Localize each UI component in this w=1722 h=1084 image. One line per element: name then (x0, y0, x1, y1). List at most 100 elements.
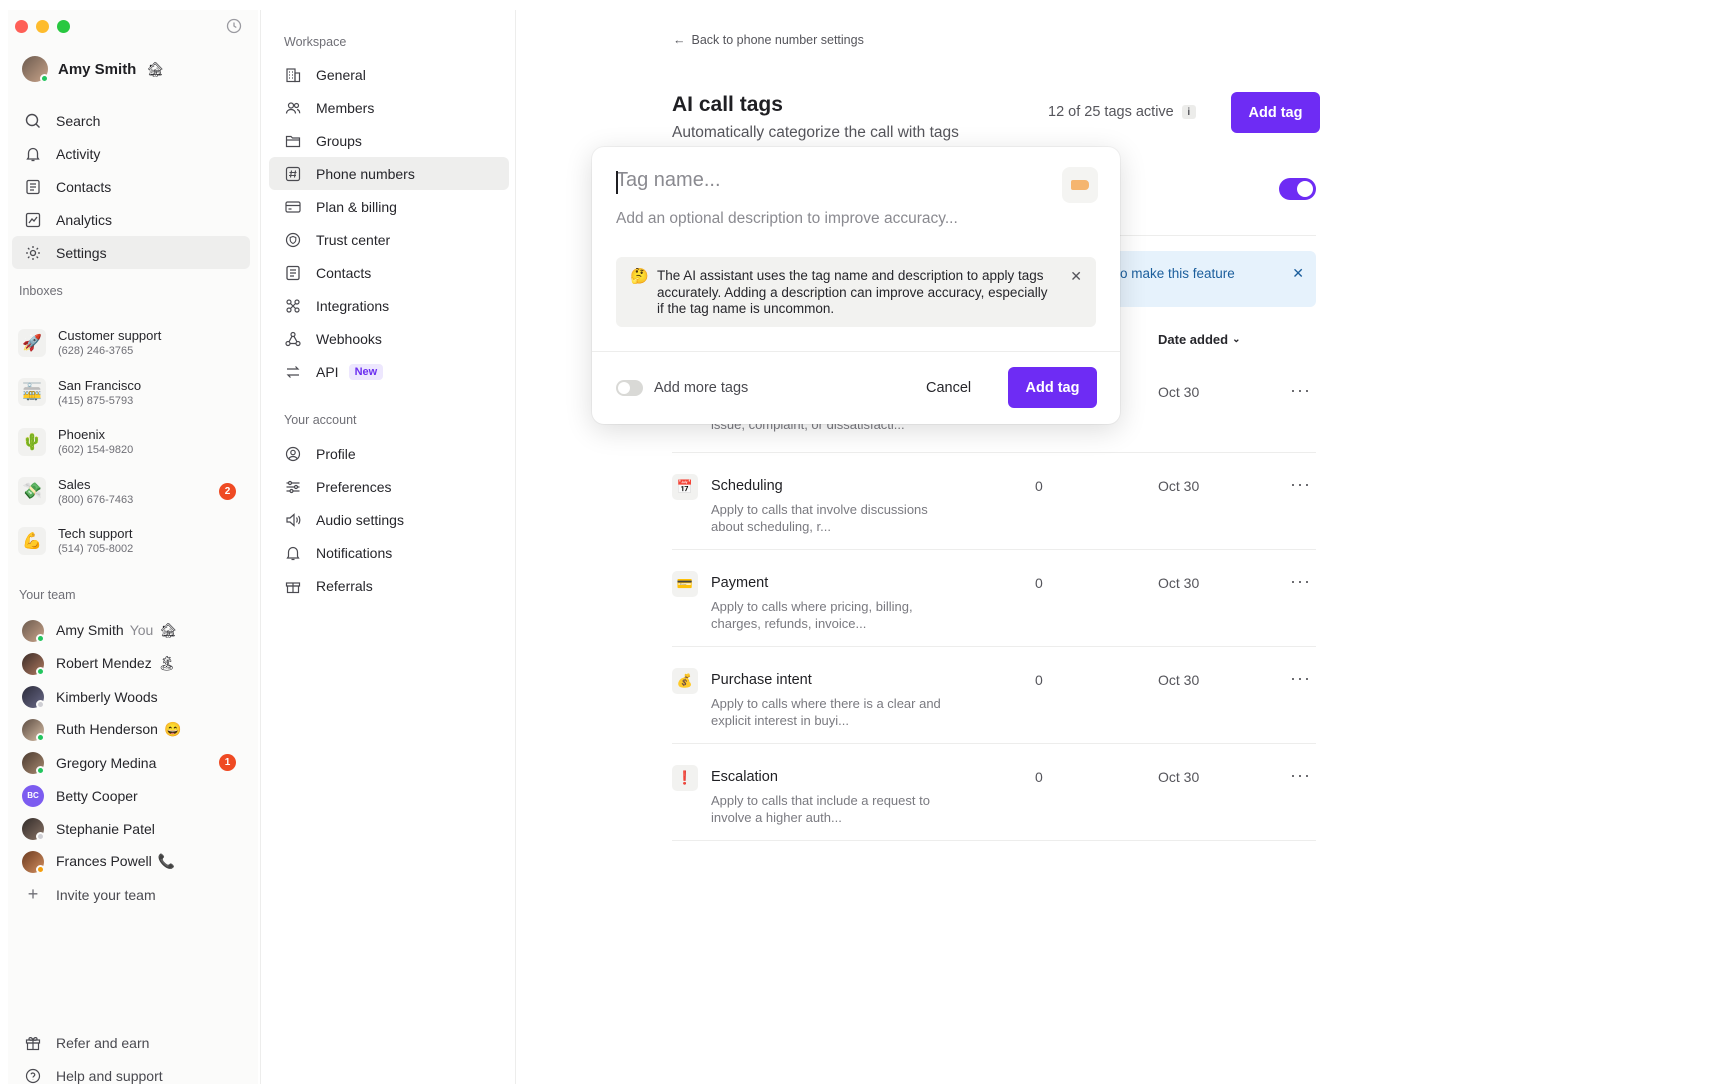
member-name: Amy Smith (56, 622, 124, 638)
cancel-button[interactable]: Cancel (926, 380, 971, 396)
team-member[interactable]: Stephanie Patel (22, 812, 248, 845)
more-icon[interactable]: ··· (1290, 668, 1311, 689)
inbox-item[interactable]: 🚀 Customer support(628) 246-3765 (18, 318, 248, 368)
settings-notifications[interactable]: Notifications (269, 536, 509, 569)
more-icon[interactable]: ··· (1290, 571, 1311, 592)
team-member[interactable]: Kimberly Woods (22, 680, 248, 713)
member-name: Stephanie Patel (56, 821, 155, 837)
team-list: Amy SmithYou🏚 Robert Mendez🏝 Kimberly Wo… (22, 614, 248, 911)
add-tag-popup: 🤔 The AI assistant uses the tag name and… (592, 147, 1120, 424)
inbox-item[interactable]: 💸 Sales(800) 676-7463 2 (18, 467, 248, 517)
refer-and-earn-link[interactable]: Refer and earn (22, 1026, 163, 1059)
settings-contacts[interactable]: Contacts (269, 256, 509, 289)
inbox-phone: (514) 705-8002 (58, 543, 133, 555)
invite-label: Invite your team (56, 887, 156, 903)
inbox-item[interactable]: 🚋 San Francisco(415) 875-5793 (18, 368, 248, 418)
team-member[interactable]: Ruth Henderson😄 (22, 713, 248, 746)
settings-phone-numbers[interactable]: Phone numbers (269, 157, 509, 190)
exclamation-icon: ❗ (672, 765, 698, 791)
team-member[interactable]: Frances Powell📞 (22, 845, 248, 878)
team-member[interactable]: Robert Mendez🏝 (22, 647, 248, 680)
tag-description: Apply to calls that include a request to… (711, 792, 941, 826)
tag-description-input[interactable] (616, 210, 1086, 228)
settings-general[interactable]: General (269, 58, 509, 91)
inbox-name: Tech support (58, 526, 133, 541)
info-banner: o make this feature ✕ (1110, 251, 1316, 307)
nav-label: Help and support (56, 1068, 163, 1084)
clock-icon[interactable] (226, 18, 242, 34)
workspace-title: Workspace (284, 35, 346, 49)
ai-tags-toggle[interactable] (1279, 178, 1316, 200)
status-emoji: 📞 (158, 853, 175, 869)
api-icon (284, 363, 302, 381)
settings-audio[interactable]: Audio settings (269, 503, 509, 536)
info-icon[interactable]: i (1182, 105, 1196, 119)
cactus-icon: 🌵 (18, 428, 46, 456)
divider (672, 452, 1316, 453)
avatar (22, 851, 44, 873)
current-user[interactable]: Amy Smith 🏚 (22, 56, 164, 82)
sliders-icon (284, 478, 302, 496)
credit-card-icon: 💳 (672, 571, 698, 597)
nav-activity[interactable]: Activity (12, 137, 250, 170)
settings-members[interactable]: Members (269, 91, 509, 124)
status-emoji: 🏝 (158, 655, 176, 671)
settings-profile[interactable]: Profile (269, 437, 509, 470)
avatar (22, 56, 48, 82)
more-icon[interactable]: ··· (1290, 765, 1311, 786)
settings-groups[interactable]: Groups (269, 124, 509, 157)
inbox-item[interactable]: 💪 Tech support (514) 705-8002 (18, 516, 248, 566)
settings-plan-billing[interactable]: Plan & billing (269, 190, 509, 223)
tag-name-input[interactable] (616, 169, 1036, 192)
settings-preferences[interactable]: Preferences (269, 470, 509, 503)
table-row[interactable]: 💳 Payment Apply to calls where pricing, … (672, 571, 1316, 667)
tag-count: 0 (1035, 672, 1043, 688)
unread-badge: 2 (219, 483, 236, 500)
count-label: 12 of 25 tags active (1048, 104, 1174, 120)
nav-analytics[interactable]: Analytics (12, 203, 250, 236)
add-more-tags-toggle[interactable] (616, 380, 643, 396)
settings-api[interactable]: APINew (269, 355, 509, 388)
inbox-item[interactable]: 🌵 Phoenix(602) 154-9820 (18, 417, 248, 467)
more-icon[interactable]: ··· (1290, 474, 1311, 495)
settings-label: Referrals (316, 578, 373, 594)
table-row[interactable]: ❗ Escalation Apply to calls that include… (672, 765, 1316, 861)
close-window-button[interactable] (15, 20, 28, 33)
table-row[interactable]: 📅 Scheduling Apply to calls that involve… (672, 474, 1316, 570)
muscle-icon: 💪 (18, 527, 46, 555)
status-emoji: 🏚 (159, 622, 177, 638)
more-icon[interactable]: ··· (1290, 380, 1311, 401)
main-nav: Search Activity Contacts Analytics Setti… (12, 104, 250, 269)
table-row[interactable]: 💰 Purchase intent Apply to calls where t… (672, 668, 1316, 764)
nav-label: Analytics (56, 212, 112, 228)
arrow-left-icon: ← (673, 33, 686, 47)
nav-label: Settings (56, 245, 107, 261)
settings-webhooks[interactable]: Webhooks (269, 322, 509, 355)
nav-contacts[interactable]: Contacts (12, 170, 250, 203)
invite-team-button[interactable]: + Invite your team (22, 878, 248, 911)
confirm-add-tag-button[interactable]: Add tag (1008, 367, 1097, 408)
help-and-support-link[interactable]: Help and support (22, 1059, 163, 1084)
add-tag-button[interactable]: Add tag (1231, 92, 1320, 133)
team-member[interactable]: Gregory Medina 1 (22, 746, 248, 779)
nav-settings[interactable]: Settings (12, 236, 250, 269)
close-icon[interactable]: ✕ (1292, 265, 1304, 282)
gift-icon (24, 1034, 42, 1052)
team-member[interactable]: Amy SmithYou🏚 (22, 614, 248, 647)
settings-integrations[interactable]: Integrations (269, 289, 509, 322)
settings-referrals[interactable]: Referrals (269, 569, 509, 602)
nav-search[interactable]: Search (12, 104, 250, 137)
tag-icon-picker[interactable] (1062, 167, 1098, 203)
team-title: Your team (19, 588, 76, 602)
minimize-window-button[interactable] (36, 20, 49, 33)
divider (672, 646, 1316, 647)
back-link[interactable]: ← Back to phone number settings (673, 33, 864, 47)
close-icon[interactable]: ✕ (1070, 268, 1082, 285)
tag-name: Purchase intent (711, 672, 812, 688)
settings-trust-center[interactable]: Trust center (269, 223, 509, 256)
team-member[interactable]: BC Betty Cooper (22, 779, 248, 812)
date-added-header[interactable]: Date added ⌄ (1158, 332, 1240, 347)
maximize-window-button[interactable] (57, 20, 70, 33)
settings-label: Plan & billing (316, 199, 397, 215)
hint-text: The AI assistant uses the tag name and d… (657, 268, 1052, 318)
